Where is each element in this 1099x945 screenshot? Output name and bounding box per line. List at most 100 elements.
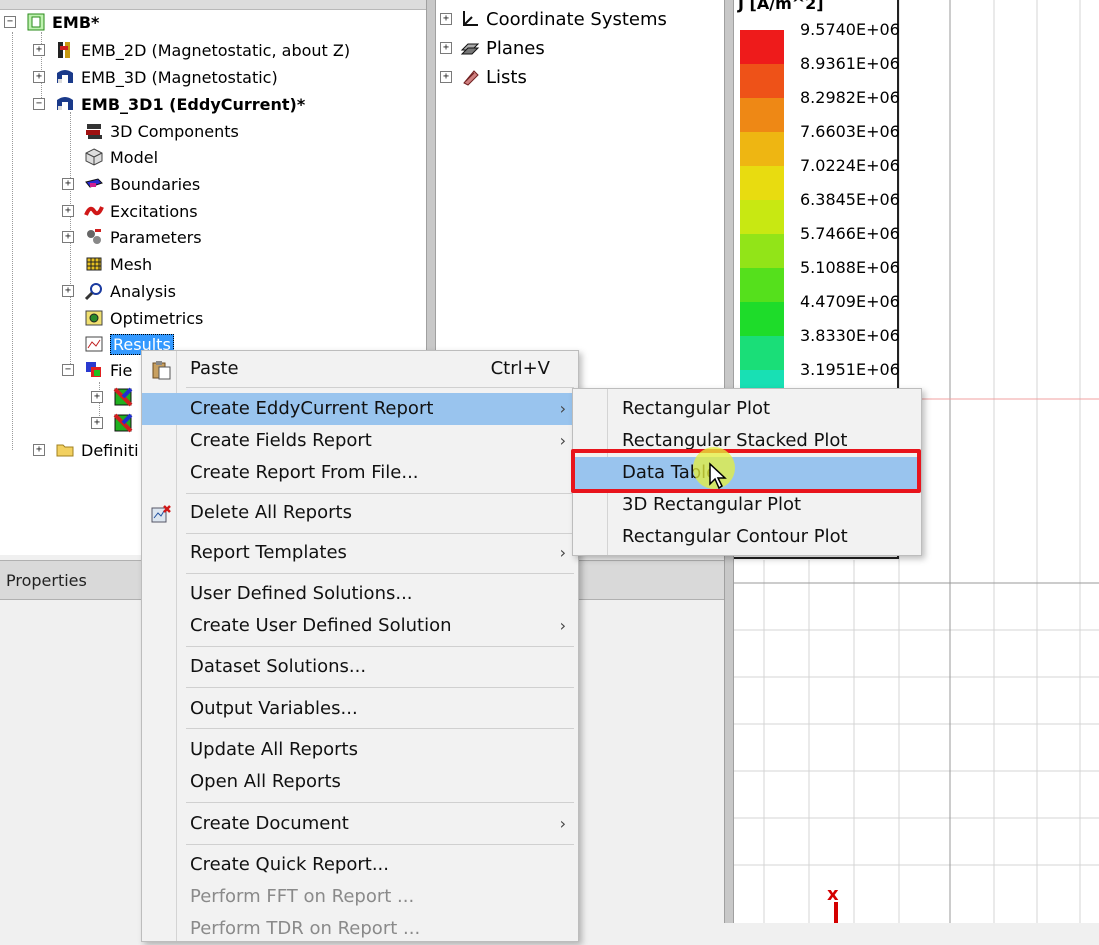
legend-value: 8.2982E+06 bbox=[800, 88, 900, 107]
submenu-label-3d-rectangular-plot: 3D Rectangular Plot bbox=[622, 494, 802, 515]
legend-swatch bbox=[740, 64, 784, 98]
submenu-arrow-icon: › bbox=[559, 616, 566, 635]
collapse-icon[interactable]: − bbox=[33, 98, 45, 110]
tree-label-emb-3d: EMB_3D (Magnetostatic) bbox=[81, 67, 278, 87]
menu-separator bbox=[186, 728, 574, 729]
menu-separator bbox=[186, 844, 574, 845]
menu-label-delete-all-reports: Delete All Reports bbox=[190, 502, 352, 523]
menu-label-create-report-from-file: Create Report From File... bbox=[190, 462, 419, 483]
tree-node-coordinate-systems[interactable]: + Coordinate Systems bbox=[440, 6, 667, 32]
tree-node-optimetrics[interactable]: Optimetrics bbox=[62, 305, 203, 331]
expand-icon[interactable]: + bbox=[33, 44, 45, 56]
collapse-icon[interactable]: − bbox=[4, 16, 16, 28]
menu-item-dataset-solutions[interactable]: Dataset Solutions... bbox=[142, 651, 578, 683]
legend-title: J [A/m^2] bbox=[738, 0, 824, 13]
mouse-cursor-icon bbox=[709, 462, 727, 490]
menu-item-perform-tdr[interactable]: Perform TDR on Report ... bbox=[142, 913, 578, 945]
submenu-item-rectangular-contour-plot[interactable]: Rectangular Contour Plot bbox=[573, 521, 921, 553]
tree-node-mesh[interactable]: Mesh bbox=[62, 251, 152, 277]
menu-label-paste: Paste bbox=[190, 358, 239, 379]
legend-value: 5.7466E+06 bbox=[800, 224, 900, 243]
legend-swatch bbox=[740, 166, 784, 200]
expand-icon[interactable]: + bbox=[440, 42, 452, 54]
tree-label-optimetrics: Optimetrics bbox=[110, 308, 204, 328]
menu-item-update-all-reports[interactable]: Update All Reports bbox=[142, 734, 578, 766]
tree-label-3d-components: 3D Components bbox=[110, 121, 239, 141]
submenu-arrow-icon: › bbox=[559, 814, 566, 833]
expand-icon[interactable]: + bbox=[62, 205, 74, 217]
tree-node-analysis[interactable]: + Analysis bbox=[62, 278, 176, 304]
menu-label-create-document: Create Document bbox=[190, 813, 349, 834]
submenu-label-rectangular-plot: Rectangular Plot bbox=[622, 398, 771, 419]
tree-node-3d-components[interactable]: 3D Components bbox=[62, 118, 239, 144]
boundaries-icon bbox=[84, 174, 104, 194]
menu-label-create-quick-report: Create Quick Report... bbox=[190, 854, 389, 875]
legend-value: 3.8330E+06 bbox=[800, 326, 900, 345]
menu-item-paste[interactable]: Paste Ctrl+V bbox=[142, 353, 578, 385]
tree-node-model[interactable]: Model bbox=[62, 144, 158, 170]
legend-swatch bbox=[740, 98, 784, 132]
expand-icon[interactable]: + bbox=[91, 391, 103, 403]
menu-item-delete-all-reports[interactable]: Delete All Reports bbox=[142, 497, 578, 529]
legend-value: 5.1088E+06 bbox=[800, 258, 900, 277]
tree-node-emb-3d1[interactable]: − EMB_3D1 (EddyCurrent)* bbox=[33, 91, 305, 117]
expand-icon[interactable]: + bbox=[440, 71, 452, 83]
menu-item-create-document[interactable]: Create Document › bbox=[142, 808, 578, 840]
menu-label-perform-fft: Perform FFT on Report ... bbox=[190, 886, 415, 907]
legend-value: 6.3845E+06 bbox=[800, 190, 900, 209]
legend-swatch bbox=[740, 302, 784, 336]
submenu-item-3d-rectangular-plot[interactable]: 3D Rectangular Plot bbox=[573, 489, 921, 521]
tree-node-lists[interactable]: + Lists bbox=[440, 64, 527, 90]
tree-node-planes[interactable]: + Planes bbox=[440, 35, 545, 61]
tree-node-boundaries[interactable]: + Boundaries bbox=[62, 171, 200, 197]
menu-item-create-quick-report[interactable]: Create Quick Report... bbox=[142, 849, 578, 881]
submenu-item-rectangular-plot[interactable]: Rectangular Plot bbox=[573, 393, 921, 425]
mesh-icon bbox=[84, 254, 104, 274]
tree-node-definitions[interactable]: + Definiti bbox=[33, 437, 139, 463]
tree-node-emb-2d[interactable]: + EMB_2D (Magnetostatic, about Z) bbox=[33, 37, 350, 63]
menu-label-open-all-reports: Open All Reports bbox=[190, 771, 341, 792]
expand-icon[interactable]: + bbox=[33, 444, 45, 456]
tree-node-field-overlays[interactable]: − Fie bbox=[62, 357, 132, 383]
menu-separator bbox=[186, 533, 574, 534]
tree-node-field-plot-1[interactable]: + bbox=[91, 384, 139, 410]
expand-icon[interactable]: + bbox=[62, 178, 74, 190]
tree-label-field-overlays: Fie bbox=[110, 360, 133, 380]
field-plot-icon bbox=[113, 413, 133, 433]
tree-node-excitations[interactable]: + Excitations bbox=[62, 198, 198, 224]
properties-title: Properties bbox=[6, 571, 87, 590]
menu-label-create-eddycurrent-report: Create EddyCurrent Report bbox=[190, 398, 434, 419]
menu-shortcut-paste: Ctrl+V bbox=[490, 358, 550, 379]
menu-item-create-user-defined-solution[interactable]: Create User Defined Solution › bbox=[142, 610, 578, 642]
magnetostatic-2d-icon bbox=[55, 40, 75, 60]
menu-item-output-variables[interactable]: Output Variables... bbox=[142, 693, 578, 725]
expand-icon[interactable]: + bbox=[33, 71, 45, 83]
legend-swatch bbox=[740, 234, 784, 268]
menu-item-perform-fft[interactable]: Perform FFT on Report ... bbox=[142, 881, 578, 913]
legend-value: 4.4709E+06 bbox=[800, 292, 900, 311]
expand-icon[interactable]: + bbox=[91, 417, 103, 429]
menu-item-create-fields-report[interactable]: Create Fields Report › bbox=[142, 425, 578, 457]
collapse-icon[interactable]: − bbox=[62, 364, 74, 376]
menu-label-create-fields-report: Create Fields Report bbox=[190, 430, 372, 451]
tree-label-model: Model bbox=[110, 147, 159, 167]
menu-item-create-eddycurrent-report[interactable]: Create EddyCurrent Report › bbox=[142, 393, 578, 425]
menu-item-user-defined-solutions[interactable]: User Defined Solutions... bbox=[142, 578, 578, 610]
highlight-annotation-box bbox=[571, 449, 921, 493]
menu-separator bbox=[186, 687, 574, 688]
expand-icon[interactable]: + bbox=[62, 231, 74, 243]
expand-icon[interactable]: + bbox=[62, 285, 74, 297]
menu-item-report-templates[interactable]: Report Templates › bbox=[142, 537, 578, 569]
tree-node-emb-3d[interactable]: + EMB_3D (Magnetostatic) bbox=[33, 64, 278, 90]
tree-label-definitions: Definiti bbox=[81, 440, 139, 460]
menu-item-open-all-reports[interactable]: Open All Reports bbox=[142, 766, 578, 798]
tree-node-parameters[interactable]: + Parameters bbox=[62, 224, 202, 250]
menu-separator bbox=[186, 387, 574, 388]
legend-value: 3.1951E+06 bbox=[800, 360, 900, 379]
menu-item-create-report-from-file[interactable]: Create Report From File... bbox=[142, 457, 578, 489]
expand-icon[interactable]: + bbox=[440, 13, 452, 25]
lists-icon bbox=[460, 67, 480, 87]
tree-node-field-plot-2[interactable]: + bbox=[91, 410, 139, 436]
tree-label-parameters: Parameters bbox=[110, 227, 202, 247]
tree-node-emb[interactable]: − EMB* bbox=[4, 9, 99, 35]
